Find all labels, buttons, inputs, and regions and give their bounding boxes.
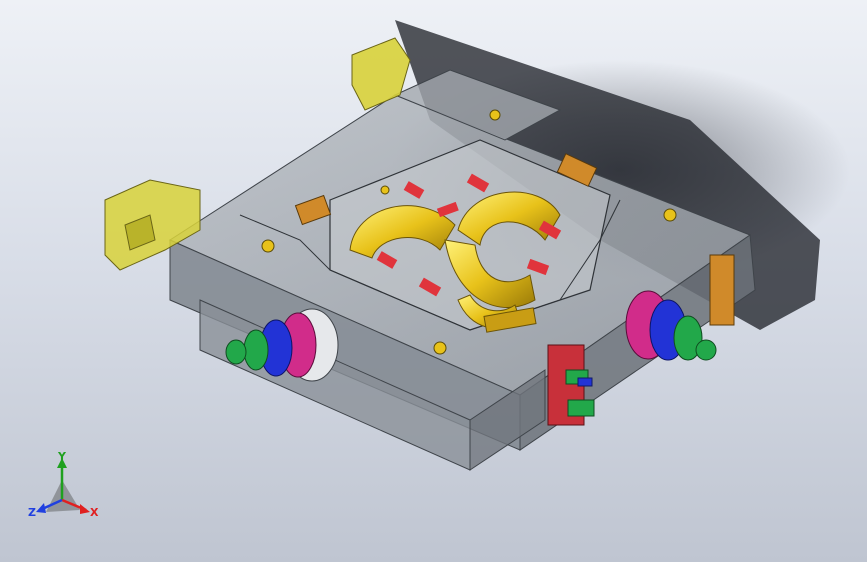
connector-plate-right[interactable] (709, 254, 735, 326)
guide-pin (489, 109, 501, 121)
x-axis-label: X (90, 506, 99, 519)
3d-model-viewport[interactable]: Y Z X (0, 0, 867, 562)
guide-pin (433, 341, 447, 355)
coordinate-triad: Y Z X (28, 450, 99, 519)
guide-pin (380, 185, 390, 195)
y-axis-label: Y (57, 450, 67, 463)
z-axis-label: Z (28, 506, 36, 519)
guide-pin (663, 208, 677, 222)
guide-pin (261, 239, 275, 253)
